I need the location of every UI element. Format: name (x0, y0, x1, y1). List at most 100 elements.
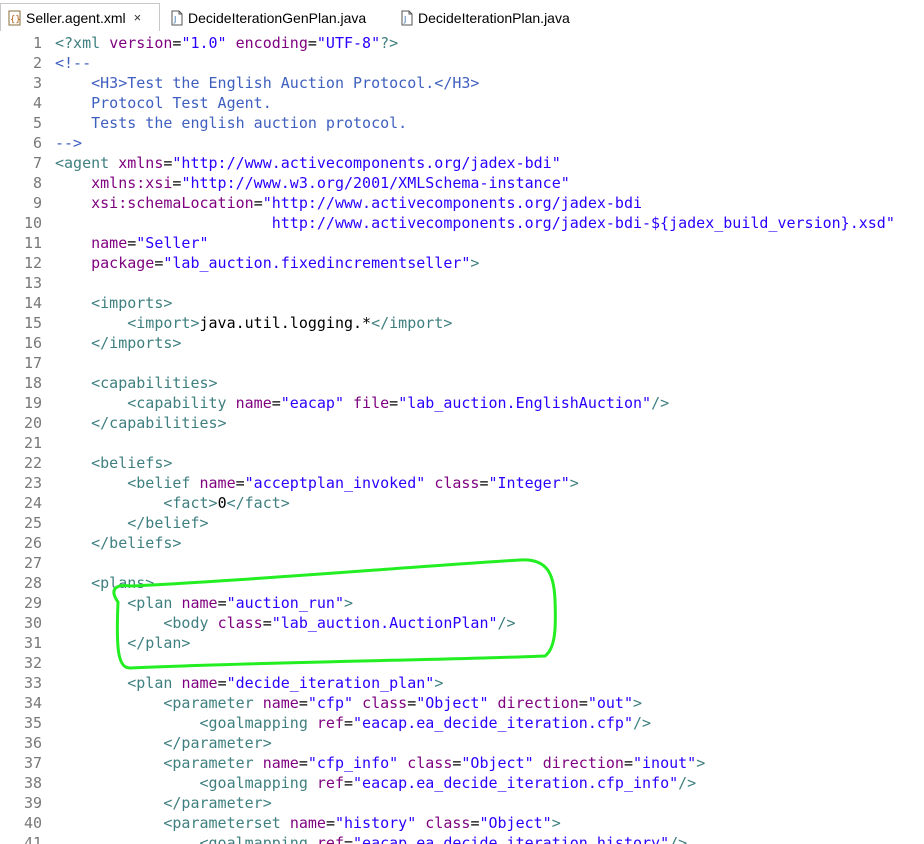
code-token: xsi:schemaLocation (91, 194, 254, 212)
code-token: "lab_auction.AuctionPlan" (271, 614, 498, 632)
code-editor[interactable]: 1 <?xml version="1.0" encoding="UTF-8"?> 2… (0, 31, 924, 844)
code-token: "Object" (461, 754, 534, 772)
java-file-icon: J (399, 10, 415, 26)
line-number: 27 (23, 554, 42, 572)
tab-seller-agent-xml[interactable]: {} Seller.agent.xml × (0, 3, 160, 32)
code-token: "http://www.w3.org/2001/XMLSchema-instan… (181, 174, 570, 192)
close-icon[interactable]: × (134, 10, 142, 25)
code-token: <parameter (55, 754, 263, 772)
code-token: "1.0" (181, 34, 227, 52)
code-line[interactable]: <?xml version="1.0" encoding="UTF-8"?> (55, 33, 398, 53)
line-number: 11 (23, 234, 42, 252)
line-number: 2 (32, 54, 42, 72)
line-number: 23 (23, 474, 42, 492)
line-number: 30 (23, 614, 42, 632)
tab-label: DecideIterationPlan.java (418, 9, 570, 26)
code-token: name (235, 394, 272, 412)
code-token: > (569, 474, 579, 492)
code-token: name (181, 674, 218, 692)
line-number: 14 (23, 294, 42, 312)
code-token: "http://www.activecomponents.org/jadex-b… (262, 194, 643, 212)
code-line[interactable]: <parameter name="cfp_info" class="Object… (55, 753, 705, 773)
code-line[interactable]: </beliefs> (55, 533, 181, 553)
code-line[interactable]: <parameter name="cfp" class="Object" dir… (55, 693, 642, 713)
code-line[interactable]: </plan> (55, 633, 190, 653)
code-token: "inout" (633, 754, 697, 772)
code-line[interactable]: <capability name="eacap" file="lab_aucti… (55, 393, 669, 413)
line-number: 7 (32, 154, 42, 172)
code-token: class (425, 814, 471, 832)
code-token: /> (651, 394, 670, 412)
code-token: class (434, 474, 480, 492)
line-number: 15 (23, 314, 42, 332)
code-line[interactable]: xmlns:xsi="http://www.w3.org/2001/XMLSch… (55, 173, 570, 193)
code-line[interactable]: <parameterset name="history" class="Obje… (55, 813, 561, 833)
code-token: </import> (371, 314, 453, 332)
code-token: > (551, 814, 561, 832)
code-token: <capabilities> (55, 374, 218, 392)
code-token: "Object" (416, 694, 489, 712)
code-line[interactable]: --> (55, 133, 82, 153)
code-token: name (289, 814, 326, 832)
code-token: = (307, 34, 317, 52)
code-line[interactable]: <plan name="decide_iteration_plan"> (55, 673, 443, 693)
code-line[interactable]: </imports> (55, 333, 181, 353)
code-token: "cfp_info" (307, 754, 399, 772)
code-line[interactable]: <beliefs> (55, 453, 172, 473)
code-line[interactable]: name="Seller" (55, 233, 208, 253)
line-number: 3 (32, 74, 42, 92)
code-line[interactable]: <belief name="acceptplan_invoked" class=… (55, 473, 579, 493)
code-line[interactable]: <H3>Test the English Auction Protocol.</… (55, 73, 479, 93)
code-line[interactable]: <capabilities> (55, 373, 218, 393)
code-token: </imports> (55, 334, 182, 352)
code-line[interactable]: <plan name="auction_run"> (55, 593, 353, 613)
code-line[interactable]: <fact>0</fact> (55, 493, 289, 513)
code-line[interactable]: </capabilities> (55, 413, 226, 433)
line-number: 32 (23, 654, 42, 672)
code-line[interactable]: </parameter> (55, 733, 271, 753)
code-token: > (470, 254, 480, 272)
code-token: "lab_auction.fixedincrementseller" (163, 254, 471, 272)
code-line[interactable]: </belief> (55, 513, 208, 533)
code-token: Tests the english auction protocol. (55, 114, 408, 132)
svg-text:{}: {} (10, 15, 21, 25)
tab-decide-iteration-plan[interactable]: J DecideIterationPlan.java (393, 4, 570, 31)
code-token: /> (633, 714, 652, 732)
code-token: version (109, 34, 173, 52)
code-line[interactable]: <plans> (55, 573, 154, 593)
code-token: = (344, 714, 354, 732)
line-number: 12 (23, 254, 42, 272)
code-token: = (217, 674, 227, 692)
code-line[interactable]: <!-- (55, 53, 91, 73)
code-line[interactable]: <imports> (55, 293, 172, 313)
code-line[interactable]: xsi:schemaLocation="http://www.activecom… (55, 193, 642, 213)
line-number: 6 (32, 134, 42, 152)
code-line[interactable]: <goalmapping ref="eacap.ea_decide_iterat… (55, 833, 687, 844)
code-line[interactable]: package="lab_auction.fixedincrementselle… (55, 253, 479, 273)
code-line[interactable]: Tests the english auction protocol. (55, 113, 407, 133)
code-line[interactable]: Protocol Test Agent. (55, 93, 272, 113)
code-token: = (217, 594, 227, 612)
code-line[interactable]: <agent xmlns="http://www.activecomponent… (55, 153, 561, 173)
code-token: <plan (55, 594, 182, 612)
code-token: "eacap.ea_decide_iteration.cfp" (353, 714, 633, 732)
code-line[interactable]: </parameter> (55, 793, 271, 813)
tab-decide-iteration-gen-plan[interactable]: J DecideIterationGenPlan.java (163, 4, 366, 31)
code-token: <goalmapping (55, 774, 317, 792)
code-line[interactable]: <goalmapping ref="eacap.ea_decide_iterat… (55, 773, 696, 793)
code-line[interactable]: <body class="lab_auction.AuctionPlan"/> (55, 613, 516, 633)
code-token: = (344, 774, 354, 792)
code-line[interactable]: <import>java.util.logging.*</import> (55, 313, 452, 333)
code-line[interactable]: <goalmapping ref="eacap.ea_decide_iterat… (55, 713, 651, 733)
line-number: 36 (23, 734, 42, 752)
code-line[interactable]: http://www.activecomponents.org/jadex-bd… (55, 213, 895, 233)
code-token: = (235, 474, 245, 492)
code-token: = (253, 194, 263, 212)
tab-label: DecideIterationGenPlan.java (188, 9, 367, 26)
code-token: name (181, 594, 218, 612)
line-number: 21 (23, 434, 42, 452)
code-token: /> (497, 614, 516, 632)
